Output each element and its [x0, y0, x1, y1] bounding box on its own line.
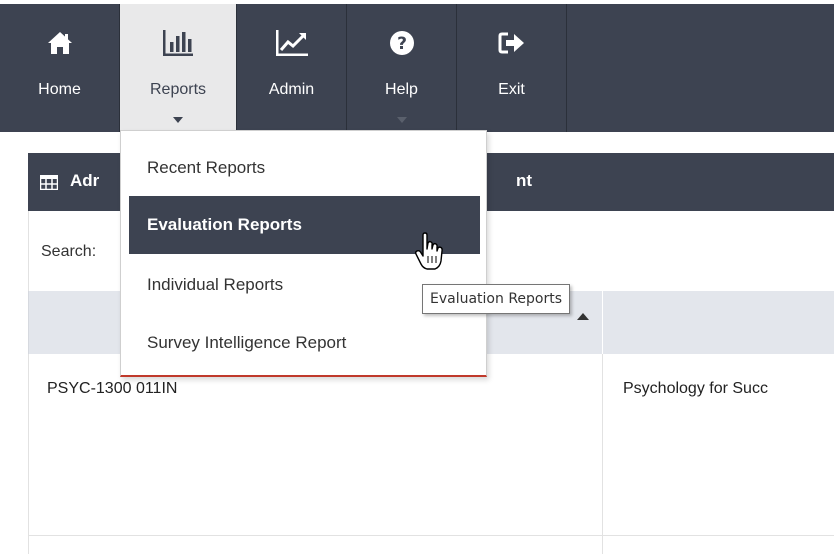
nav-help[interactable]: ? Help	[347, 4, 457, 132]
chevron-down-icon	[173, 117, 183, 123]
panel-title: Adr	[70, 171, 100, 190]
menu-item-survey-intelligence-report[interactable]: Survey Intelligence Report	[129, 314, 480, 372]
table-cell-course-title: Psychology for Succ	[623, 380, 768, 397]
sign-out-icon	[457, 26, 566, 60]
nav-exit[interactable]: Exit	[457, 4, 567, 132]
menu-item-evaluation-reports[interactable]: Evaluation Reports	[129, 196, 480, 254]
nav-admin[interactable]: Admin	[237, 4, 347, 132]
table-cell-course-code: PSYC-1300 011IN	[47, 380, 178, 397]
table-icon	[39, 174, 59, 195]
tooltip: Evaluation Reports	[422, 284, 571, 314]
column-divider	[602, 354, 603, 554]
nav-home-label: Home	[38, 81, 81, 98]
svg-text:?: ?	[397, 34, 407, 54]
question-circle-icon: ?	[347, 26, 456, 60]
row-divider	[29, 535, 834, 536]
panel-title-tail: nt	[516, 171, 533, 190]
nav-help-label: Help	[385, 81, 418, 98]
search-label: Search:	[41, 243, 97, 260]
sort-ascending-icon[interactable]	[577, 313, 589, 320]
nav-home[interactable]: Home	[0, 4, 120, 132]
line-chart-icon	[237, 26, 346, 60]
top-navigation-bar: Home Reports Admin ? Help Exit	[0, 4, 834, 132]
menu-item-recent-reports[interactable]: Recent Reports	[129, 139, 480, 197]
nav-reports-label: Reports	[149, 81, 207, 98]
column-divider	[602, 291, 603, 354]
chevron-down-icon	[396, 117, 407, 123]
table-body: PSYC-1300 011IN Psychology for Succ	[28, 354, 834, 554]
nav-reports[interactable]: Reports	[120, 4, 237, 132]
nav-exit-label: Exit	[498, 81, 525, 98]
bar-chart-icon	[120, 26, 236, 60]
nav-admin-label: Admin	[268, 81, 315, 98]
home-icon	[0, 26, 119, 60]
reports-dropdown-menu: Recent Reports Evaluation Reports Indivi…	[120, 130, 487, 377]
